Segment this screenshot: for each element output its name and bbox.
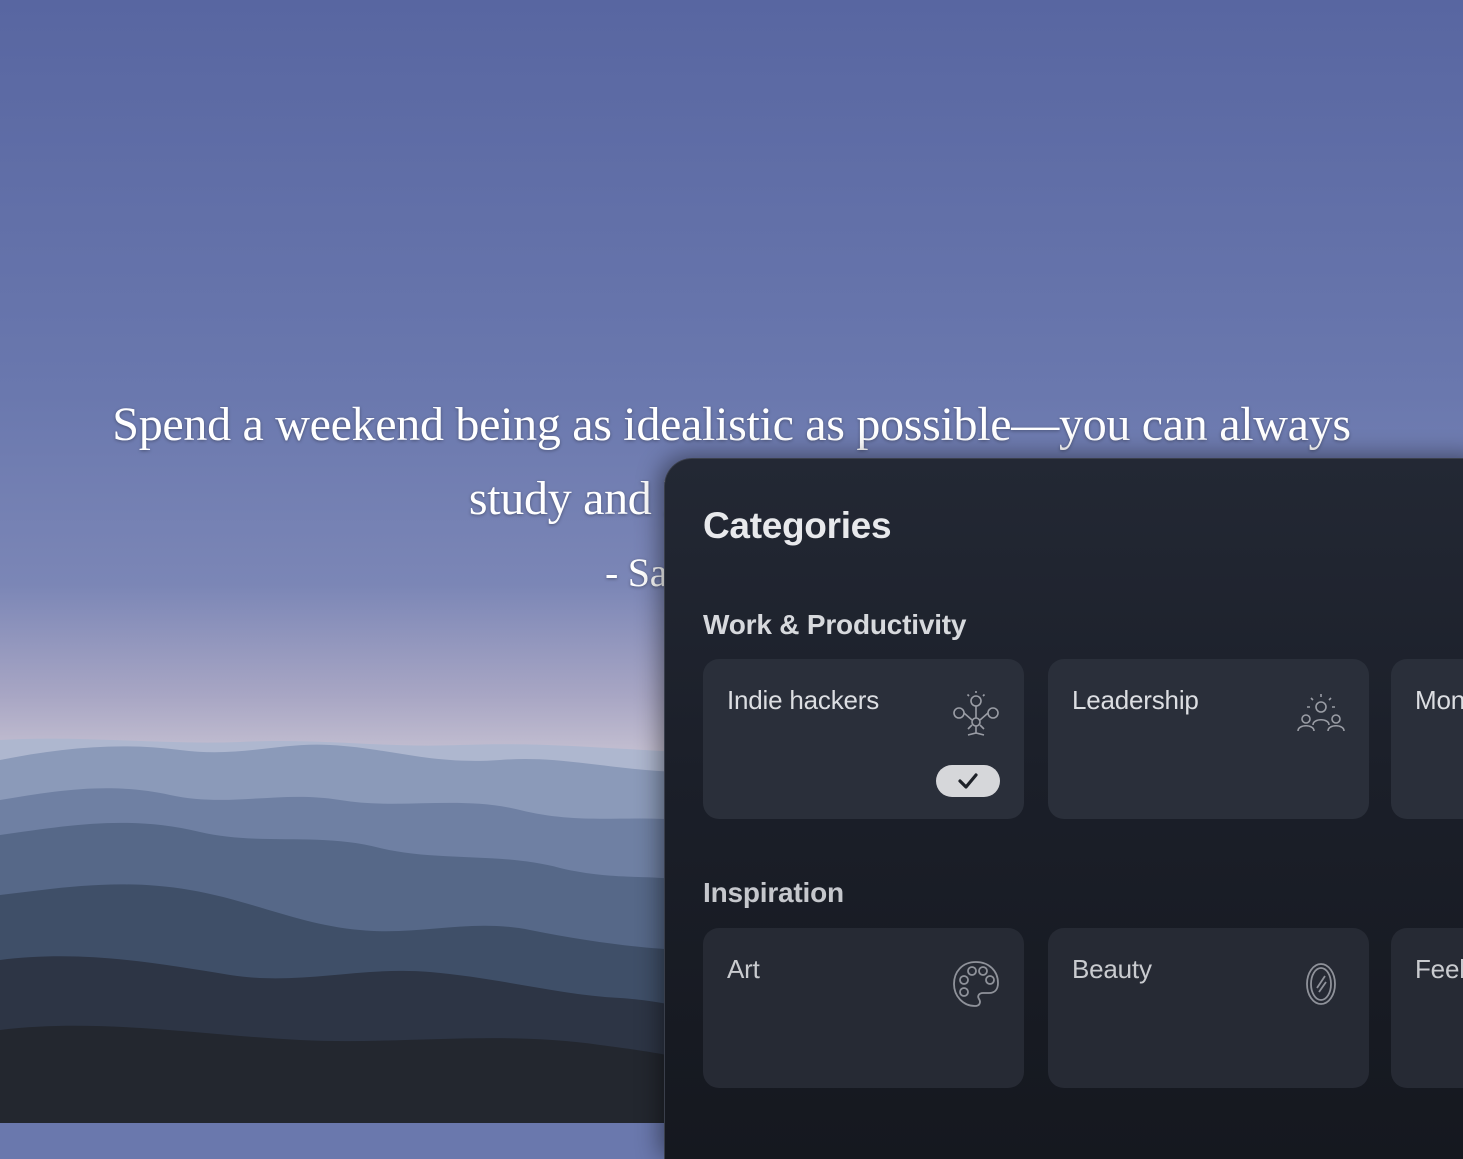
category-card-label: Indie hackers — [727, 685, 880, 715]
category-card-label: Beauty — [1072, 954, 1152, 984]
section-title-work-productivity: Work & Productivity — [703, 609, 967, 640]
category-card-feel-bless[interactable]: Feel bless — [1391, 928, 1463, 1088]
inspiration-cards: Art Beauty Feel — [703, 928, 1463, 1088]
category-card-art[interactable]: Art — [703, 928, 1024, 1088]
panel-title: Categories — [703, 505, 892, 546]
category-card-beauty[interactable]: Beauty — [1048, 928, 1369, 1088]
category-card-label: Feel bless — [1415, 954, 1463, 984]
category-card-label: Art — [727, 954, 760, 984]
category-card-mon[interactable]: Mon — [1391, 659, 1463, 819]
mirror-icon — [1295, 958, 1347, 1010]
work-productivity-cards: Indie hackers Leadership Mon — [703, 659, 1463, 819]
palette-icon — [950, 958, 1002, 1010]
category-card-label: Mon — [1415, 685, 1463, 715]
check-icon — [958, 773, 978, 789]
quote-line-1: Spend a weekend being as idealistic as p… — [112, 398, 1351, 451]
selected-check-toggle[interactable] — [936, 765, 1000, 797]
section-title-inspiration: Inspiration — [703, 877, 844, 908]
category-card-indie-hackers[interactable]: Indie hackers — [703, 659, 1024, 819]
categories-panel: Categories Work & Productivity Indie hac… — [664, 458, 1463, 1159]
category-card-leadership[interactable]: Leadership — [1048, 659, 1369, 819]
team-leader-icon — [1295, 689, 1347, 741]
category-card-label: Leadership — [1072, 685, 1199, 715]
idea-network-icon — [950, 689, 1002, 741]
